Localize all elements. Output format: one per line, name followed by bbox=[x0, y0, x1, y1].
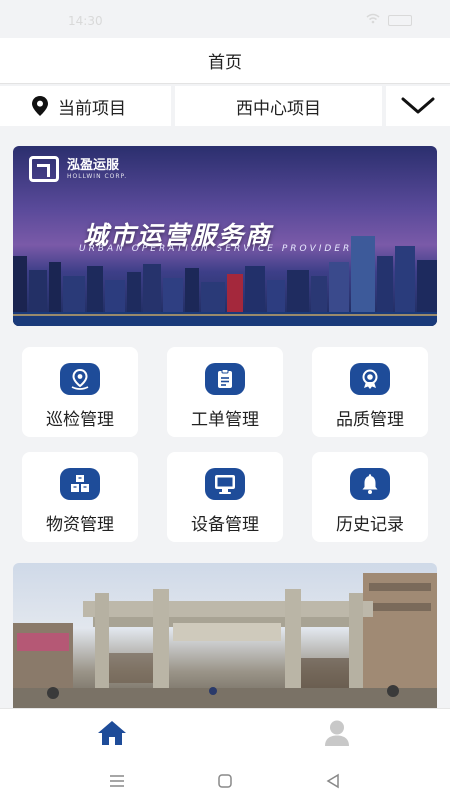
back-nav-icon[interactable] bbox=[321, 771, 345, 791]
menu-item-materials[interactable]: 物资管理 bbox=[22, 452, 138, 542]
tab-home[interactable] bbox=[92, 719, 132, 751]
user-icon bbox=[325, 720, 349, 746]
menu-item-quality[interactable]: 品质管理 bbox=[312, 347, 428, 437]
project-dropdown-button[interactable] bbox=[386, 86, 450, 126]
title-bar: 首页 bbox=[0, 38, 450, 84]
promo-banner[interactable]: 泓盈运服 HOLLWIN CORP. 城市运营服务商 URBAN OPERATI… bbox=[13, 146, 437, 326]
system-nav-bar bbox=[0, 763, 450, 800]
current-project-text: 当前项目 bbox=[58, 98, 126, 119]
chevron-down-icon bbox=[401, 97, 435, 114]
tab-profile[interactable] bbox=[317, 719, 357, 751]
menu-item-label: 设备管理 bbox=[191, 515, 259, 535]
logo-mark-icon bbox=[29, 156, 59, 182]
current-project-label: 当前项目 bbox=[0, 86, 171, 126]
menu-item-label: 工单管理 bbox=[191, 410, 259, 430]
home-icon bbox=[98, 721, 126, 745]
monitor-icon bbox=[205, 468, 245, 500]
award-badge-icon bbox=[350, 363, 390, 395]
boxes-icon bbox=[60, 468, 100, 500]
menu-item-label: 历史记录 bbox=[336, 515, 404, 535]
location-icon bbox=[32, 96, 48, 116]
bottom-tab-bar bbox=[0, 708, 450, 763]
bell-icon bbox=[350, 468, 390, 500]
clipboard-icon bbox=[205, 363, 245, 395]
menu-item-label: 物资管理 bbox=[46, 515, 114, 535]
city-skyline-image bbox=[13, 236, 437, 326]
battery-icon bbox=[388, 14, 412, 26]
menu-item-history[interactable]: 历史记录 bbox=[312, 452, 428, 542]
company-logo: 泓盈运服 HOLLWIN CORP. bbox=[29, 156, 127, 182]
menu-item-label: 巡检管理 bbox=[46, 410, 114, 430]
menu-item-inspection[interactable]: 巡检管理 bbox=[22, 347, 138, 437]
status-bar: 14:30 bbox=[0, 0, 450, 38]
project-name-text: 西中心项目 bbox=[236, 98, 321, 119]
menu-nav-icon[interactable] bbox=[105, 771, 129, 791]
project-selector: 当前项目 西中心项目 bbox=[0, 85, 450, 127]
project-name[interactable]: 西中心项目 bbox=[175, 86, 382, 126]
menu-item-label: 品质管理 bbox=[336, 410, 404, 430]
home-nav-icon[interactable] bbox=[213, 771, 237, 791]
status-time: 14:30 bbox=[68, 14, 103, 28]
page-title: 首页 bbox=[208, 53, 242, 73]
memorial-arch-photo[interactable] bbox=[13, 563, 437, 708]
logo-name: 泓盈运服 bbox=[67, 157, 120, 173]
menu-item-equipment[interactable]: 设备管理 bbox=[167, 452, 283, 542]
menu-item-work-order[interactable]: 工单管理 bbox=[167, 347, 283, 437]
location-pin-icon bbox=[60, 363, 100, 395]
wifi-icon bbox=[366, 13, 380, 27]
archway-image bbox=[13, 573, 437, 708]
logo-sub: HOLLWIN CORP. bbox=[67, 172, 128, 180]
